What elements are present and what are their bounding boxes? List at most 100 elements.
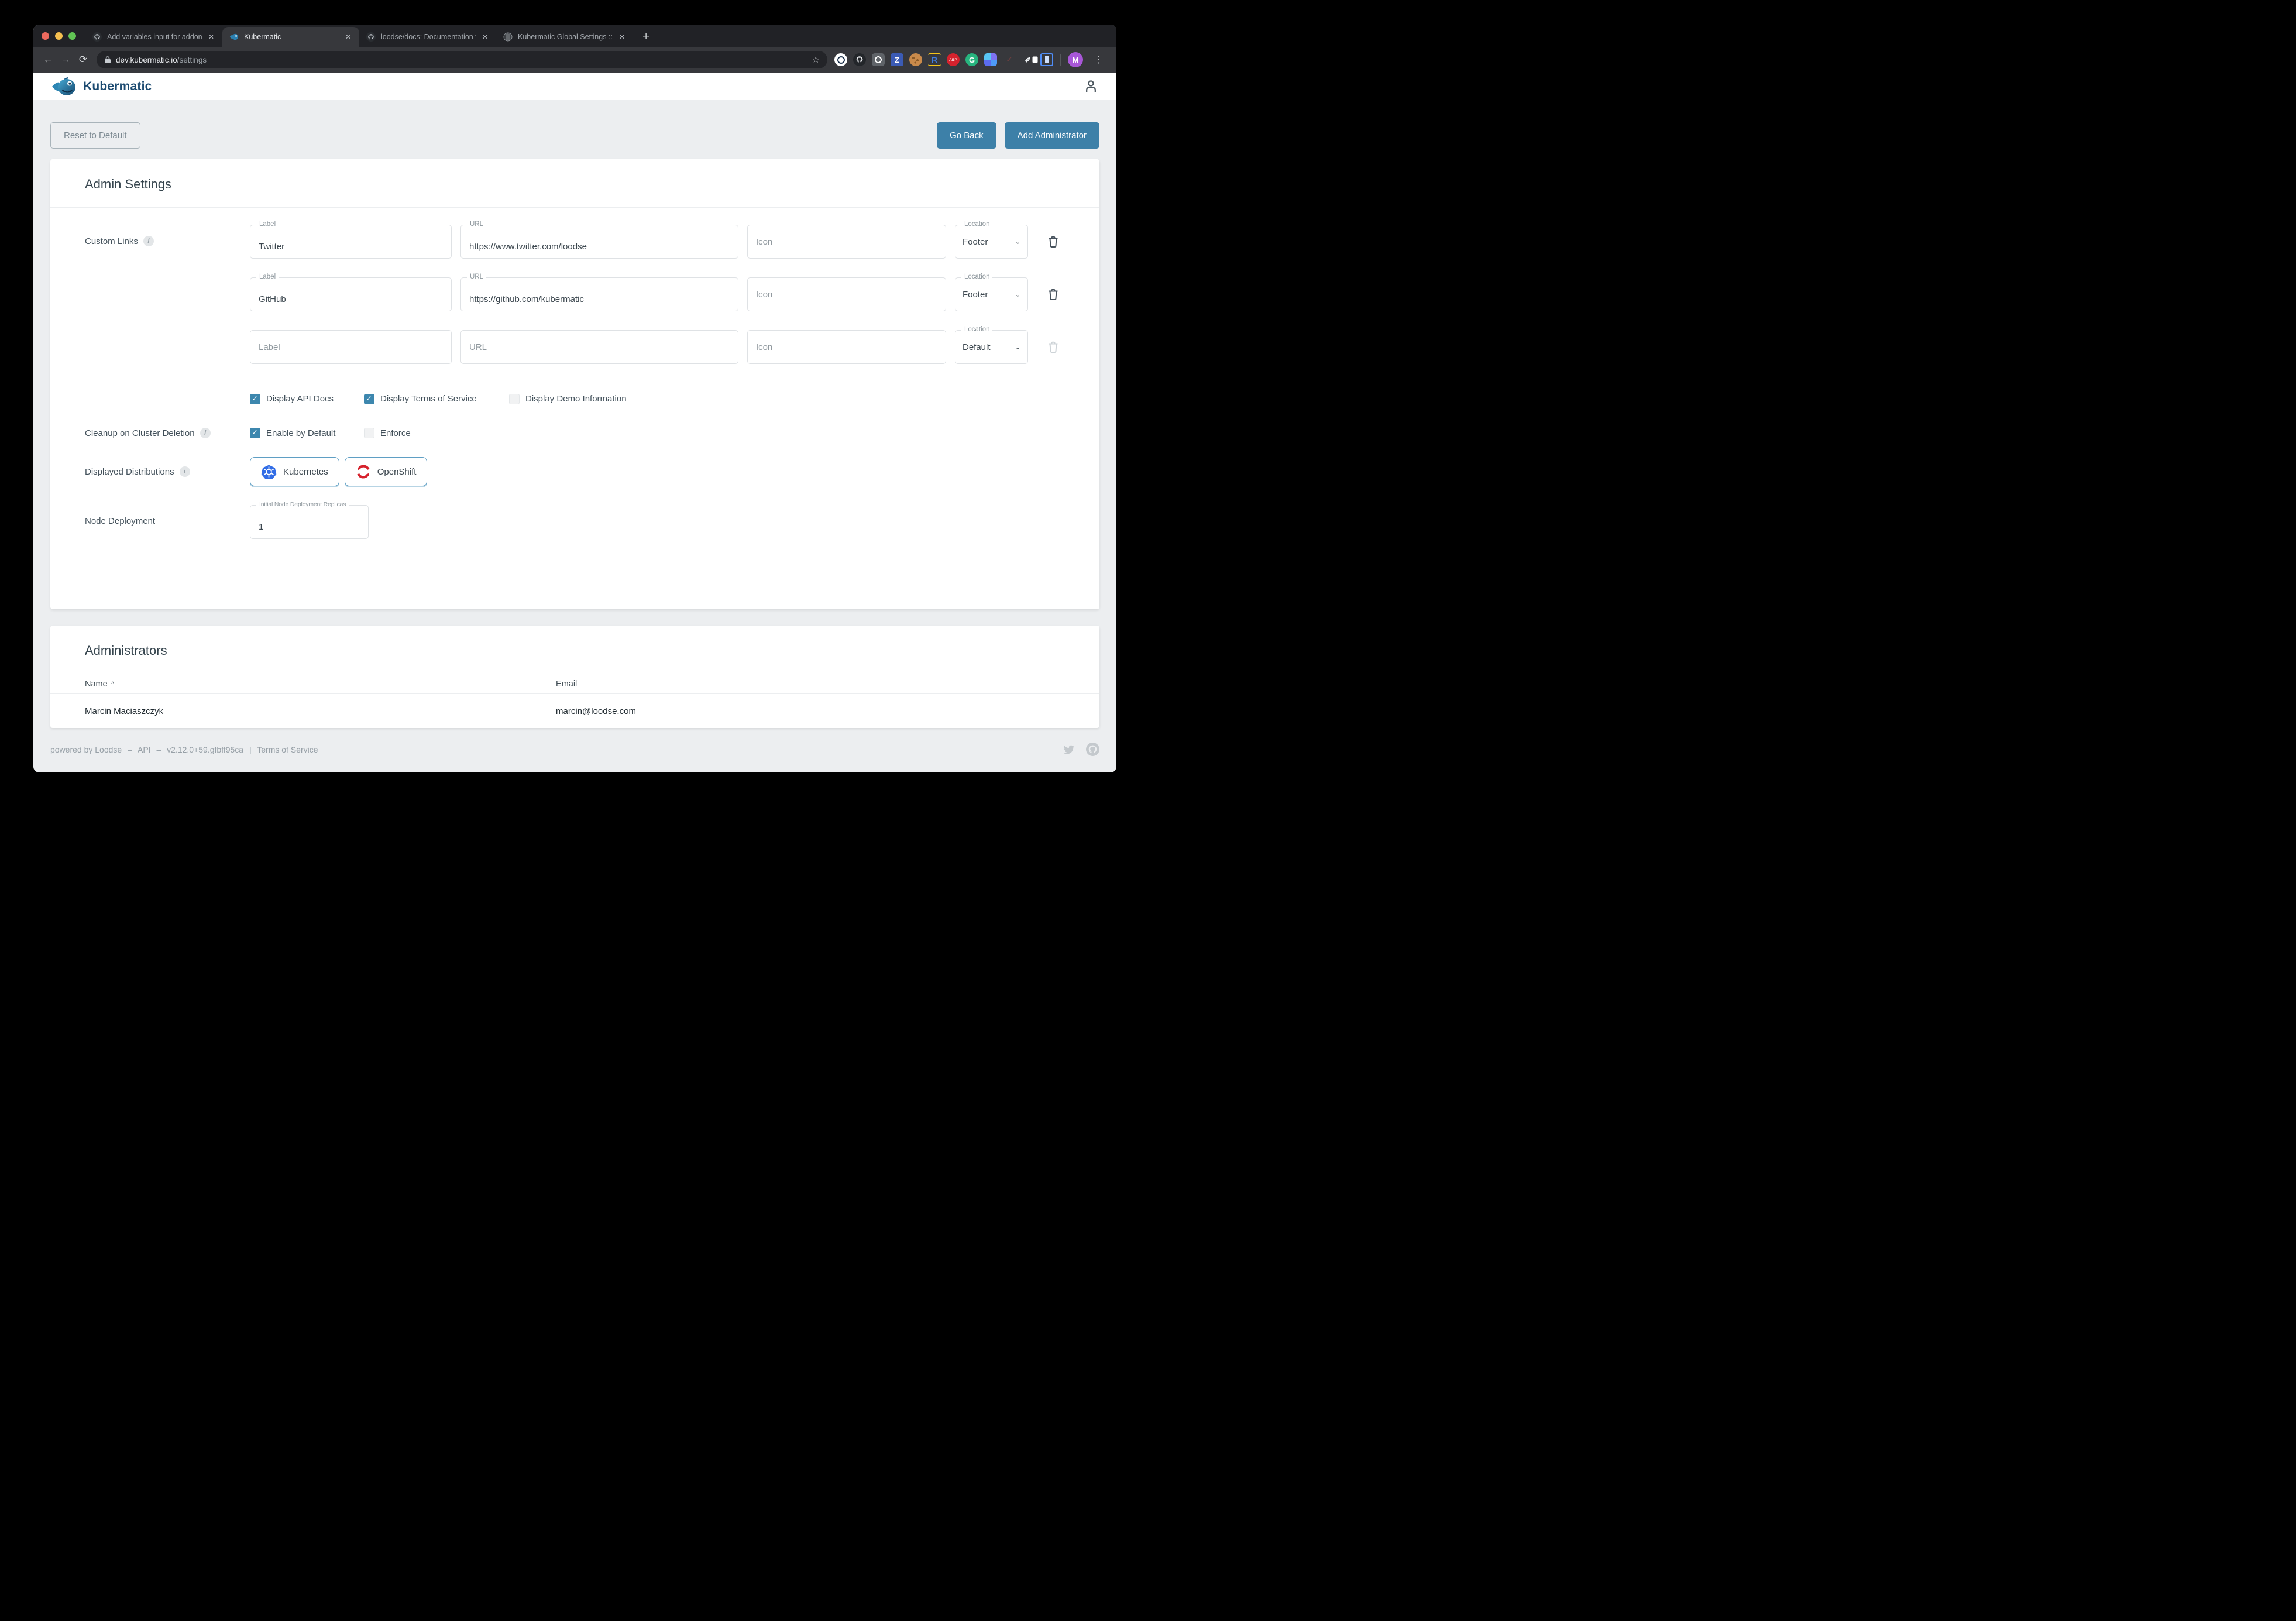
admin-settings-title: Admin Settings <box>50 159 1099 207</box>
info-icon[interactable]: i <box>180 466 190 477</box>
link-label-input[interactable] <box>250 278 451 311</box>
checkbox-display-demo[interactable]: Display Demo Information <box>509 394 627 404</box>
tab-add-variables[interactable]: Add variables input for addons · ✕ <box>85 27 222 47</box>
custom-link-row: Label URL Location Footer <box>85 277 1065 311</box>
grammarly-extension-icon[interactable]: G <box>965 53 978 66</box>
column-header-email[interactable]: Email <box>556 679 577 689</box>
link-url-input[interactable] <box>461 278 738 311</box>
link-icon-input[interactable] <box>748 278 946 311</box>
bookmark-star-icon[interactable]: ☆ <box>812 54 820 65</box>
checkbox-checked-icon[interactable] <box>250 428 260 438</box>
refined-github-extension-icon[interactable]: R <box>928 53 941 66</box>
checkbox-checked-icon[interactable] <box>364 394 374 404</box>
powered-by-link[interactable]: powered by Loodse <box>50 745 122 754</box>
link-location-select[interactable]: Location Default ⌄ <box>955 330 1028 364</box>
reset-to-default-button[interactable]: Reset to Default <box>50 122 140 149</box>
checkbox-display-terms[interactable]: Display Terms of Service <box>364 394 509 404</box>
kubernetes-toggle-button[interactable]: Kubernetes <box>250 457 339 486</box>
column-header-name[interactable]: Name ^ <box>85 679 556 689</box>
checkbox-display-api-docs[interactable]: Display API Docs <box>250 394 364 404</box>
link-url-input[interactable] <box>461 331 738 363</box>
checkbox-enforce[interactable]: Enforce <box>364 428 411 438</box>
delete-link-button[interactable] <box>1046 235 1060 250</box>
profile-avatar[interactable]: M <box>1068 52 1083 67</box>
openshift-icon <box>356 464 371 479</box>
tab-close-icon[interactable]: ✕ <box>207 33 215 41</box>
url-host: dev.kubermatic.io <box>116 56 177 64</box>
chevron-down-icon: ⌄ <box>1015 238 1020 246</box>
cleanup-row: Cleanup on Cluster Deletion i Enable by … <box>85 428 1065 438</box>
tab-global-settings-docs[interactable]: Kubermatic Global Settings :: Do ✕ <box>496 27 633 47</box>
tab-close-icon[interactable]: ✕ <box>618 33 626 41</box>
link-url-input[interactable] <box>461 225 738 258</box>
link-icon-field <box>747 330 946 364</box>
info-icon[interactable]: i <box>200 428 211 438</box>
add-administrator-button[interactable]: Add Administrator <box>1005 122 1099 149</box>
link-label-field: Label <box>250 225 452 259</box>
link-icon-field <box>747 225 946 259</box>
close-window-button[interactable] <box>42 32 49 40</box>
info-icon[interactable]: i <box>143 236 154 246</box>
kubermatic-logo[interactable]: Kubermatic <box>51 76 152 97</box>
table-header: Name ^ Email <box>50 674 1099 693</box>
tab-title: loodse/docs: Documentation for <box>381 33 476 41</box>
custom-link-fields: Label URL Location Footer <box>250 225 1060 259</box>
adblock-plus-extension-icon[interactable]: ABP <box>947 53 960 66</box>
terms-of-service-link[interactable]: Terms of Service <box>257 745 318 754</box>
tab-loodse-docs[interactable]: loodse/docs: Documentation for ✕ <box>359 27 496 47</box>
user-profile-icon[interactable] <box>1083 78 1099 94</box>
new-tab-button[interactable]: + <box>633 27 659 47</box>
custom-link-fields: Location Default ⌄ <box>250 330 1060 364</box>
kubermatic-favicon <box>229 32 239 42</box>
address-bar[interactable]: dev.kubermatic.io/settings ☆ <box>97 51 827 68</box>
api-link[interactable]: API <box>138 745 151 754</box>
twitter-icon[interactable] <box>1063 743 1075 756</box>
zotero-extension-icon[interactable]: Z <box>891 53 903 66</box>
chevron-down-icon: ⌄ <box>1015 344 1020 351</box>
selected-location: Footer <box>963 290 988 300</box>
link-icon-input[interactable] <box>748 331 946 363</box>
distributions-label: Displayed Distributions i <box>85 466 250 477</box>
grid-extension-icon[interactable] <box>984 53 997 66</box>
forward-icon[interactable]: → <box>57 51 74 68</box>
github-extension-icon[interactable] <box>853 53 866 66</box>
checkbox-unchecked-icon[interactable] <box>364 428 374 438</box>
node-deployment-row: Node Deployment Initial Node Deployment … <box>85 505 1065 539</box>
zoom-window-button[interactable] <box>68 32 76 40</box>
tab-close-icon[interactable]: ✕ <box>344 33 352 41</box>
link-icon-field <box>747 277 946 311</box>
tab-kubermatic-active[interactable]: Kubermatic ✕ <box>222 27 359 47</box>
go-back-button[interactable]: Go Back <box>937 122 996 149</box>
openshift-toggle-button[interactable]: OpenShift <box>345 457 428 486</box>
tab-close-icon[interactable]: ✕ <box>481 33 489 41</box>
checker-extension-icon[interactable]: ✓ <box>1003 53 1016 66</box>
cleanup-label: Cleanup on Cluster Deletion i <box>85 428 250 438</box>
browser-window: Add variables input for addons · ✕ Kuber… <box>33 25 1116 772</box>
onepassword-extension-icon[interactable] <box>834 53 847 66</box>
github-favicon <box>92 32 102 42</box>
display-options-row: Display API Docs Display Terms of Servic… <box>85 393 1065 404</box>
google-keep-extension-icon[interactable] <box>872 53 885 66</box>
replicas-input[interactable] <box>250 506 368 538</box>
table-row[interactable]: Marcin Maciaszczyk marcin@loodse.com <box>50 694 1099 728</box>
checkbox-checked-icon[interactable] <box>250 394 260 404</box>
cookie-extension-icon[interactable] <box>909 53 922 66</box>
link-location-select[interactable]: Location Footer ⌄ <box>955 277 1028 311</box>
github-icon[interactable] <box>1086 743 1099 756</box>
checkbox-unchecked-icon[interactable] <box>509 394 520 404</box>
eyedropper-extension-icon[interactable]: ✒ <box>1019 50 1037 68</box>
link-location-select[interactable]: Location Footer ⌄ <box>955 225 1028 259</box>
checkbox-enable-by-default[interactable]: Enable by Default <box>250 428 364 438</box>
link-label-input[interactable] <box>250 331 451 363</box>
link-label-input[interactable] <box>250 225 451 258</box>
column-extension-icon[interactable] <box>1040 53 1053 66</box>
link-icon-input[interactable] <box>748 225 946 258</box>
minimize-window-button[interactable] <box>55 32 63 40</box>
brand-name: Kubermatic <box>83 80 152 94</box>
browser-menu-icon[interactable]: ⋮ <box>1089 54 1108 66</box>
reload-icon[interactable]: ⟳ <box>74 51 92 68</box>
replicas-field: Initial Node Deployment Replicas <box>250 505 369 539</box>
delete-link-button[interactable] <box>1046 287 1060 303</box>
back-icon[interactable]: ← <box>39 51 57 68</box>
page-content: Reset to Default Go Back Add Administrat… <box>33 122 1116 768</box>
